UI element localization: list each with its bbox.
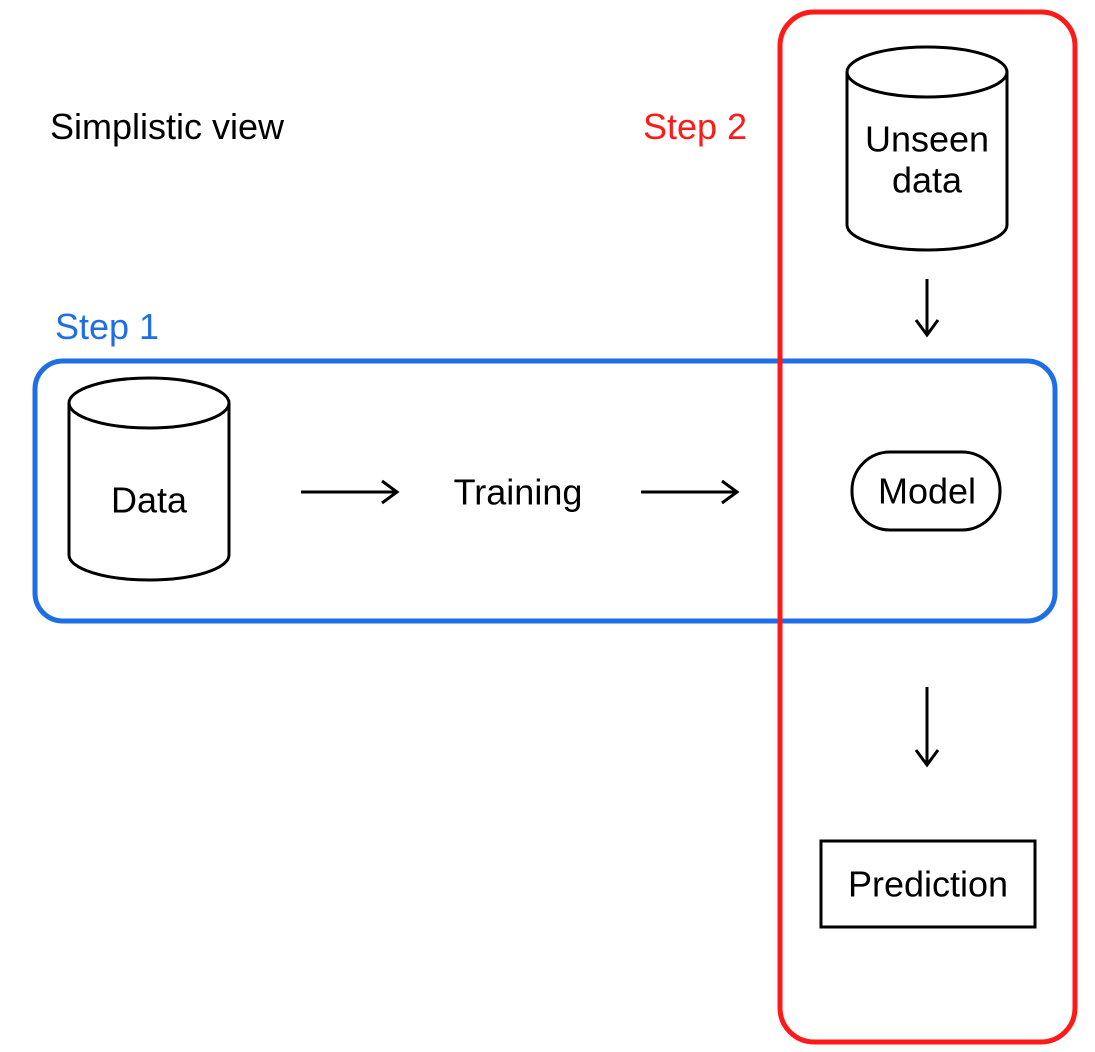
step2-label: Step 2 [643,106,747,148]
arrow-unseen-to-model [916,279,938,335]
model-label: Model [878,470,976,511]
arrow-training-to-model [641,481,737,503]
title-text: Simplistic view [50,106,284,148]
unseen-data-label: Unseen data [865,119,989,202]
diagram-canvas: Simplistic view Step 1 Step 2 Data Train… [0,0,1095,1052]
prediction-label: Prediction [848,863,1008,904]
step1-label: Step 1 [55,306,159,348]
arrow-model-to-prediction [916,687,938,765]
data-label: Data [111,479,187,520]
arrow-data-to-training [301,481,397,503]
training-label: Training [454,471,583,512]
